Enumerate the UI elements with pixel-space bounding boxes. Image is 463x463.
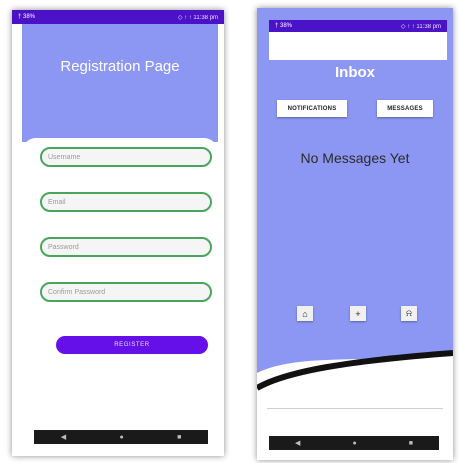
password-field[interactable]: Password xyxy=(40,237,212,257)
registration-form-card xyxy=(22,138,218,418)
email-field[interactable]: Email xyxy=(40,192,212,212)
registration-header xyxy=(22,24,218,142)
password-placeholder: Password xyxy=(48,243,79,251)
home-nav-icon[interactable]: ● xyxy=(119,434,123,441)
recents-icon[interactable]: ■ xyxy=(177,434,181,441)
status-battery: † 38% xyxy=(18,14,36,20)
home-icon: ⌂ xyxy=(302,308,308,319)
page-title: Registration Page xyxy=(60,58,180,75)
username-placeholder: Username xyxy=(48,153,81,161)
confirm-password-placeholder: Confirm Password xyxy=(48,288,106,296)
tab-notifications[interactable]: NOTIFICATIONS xyxy=(277,100,347,117)
bell-icon: ⍾ xyxy=(406,308,412,318)
divider xyxy=(267,408,443,409)
register-button[interactable]: REGISTER xyxy=(56,336,208,354)
plus-icon: + xyxy=(355,308,361,319)
status-bar: † 38% ◇ ↑ ↑ 11:38 pm xyxy=(12,10,224,24)
system-nav-bar: ◀ ● ■ xyxy=(34,430,208,444)
empty-state-text: No Messages Yet xyxy=(300,150,410,166)
confirm-password-field[interactable]: Confirm Password xyxy=(40,282,212,302)
add-button[interactable]: + xyxy=(350,306,366,321)
status-battery: † 38% xyxy=(275,23,293,29)
top-white-band xyxy=(269,32,447,60)
status-time: ◇ ↑ ↑ 11:38 pm xyxy=(177,14,218,21)
notifications-button[interactable]: ⍾ xyxy=(401,306,417,321)
system-nav-bar: ◀ ● ■ xyxy=(269,436,439,450)
bottom-wave xyxy=(257,350,453,423)
status-time: ◇ ↑ ↑ 11:38 pm xyxy=(400,23,441,30)
registration-screen: † 38% ◇ ↑ ↑ 11:38 pm Registration Page U… xyxy=(12,10,224,456)
email-placeholder: Email xyxy=(48,198,66,206)
status-bar: † 38% ◇ ↑ ↑ 11:38 pm xyxy=(269,20,447,32)
home-nav-icon[interactable]: ● xyxy=(352,440,356,447)
back-icon[interactable]: ◀ xyxy=(61,434,66,441)
back-icon[interactable]: ◀ xyxy=(295,440,300,447)
recents-icon[interactable]: ■ xyxy=(409,440,413,447)
inbox-screen: † 38% ◇ ↑ ↑ 11:38 pm Inbox NOTIFICATIONS… xyxy=(257,8,453,460)
tab-messages[interactable]: MESSAGES xyxy=(377,100,433,117)
username-field[interactable]: Username xyxy=(40,147,212,167)
home-button[interactable]: ⌂ xyxy=(297,306,313,321)
page-title: Inbox xyxy=(335,64,375,81)
